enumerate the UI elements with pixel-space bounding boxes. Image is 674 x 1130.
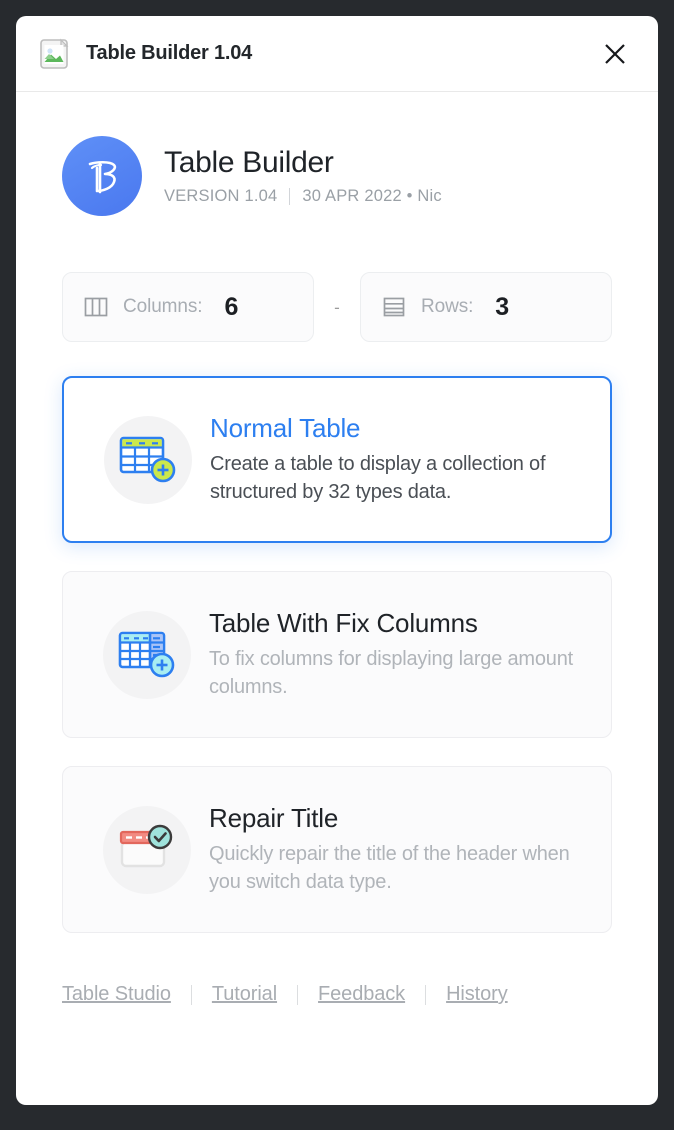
option-card-normal-table[interactable]: Normal Table Create a table to display a… — [62, 376, 612, 543]
option-card-text: Normal Table Create a table to display a… — [210, 413, 590, 507]
app-meta: Table Builder VERSION 1.04 30 APR 2022 •… — [164, 146, 442, 206]
fix-columns-table-icon — [118, 631, 175, 677]
repair-title-icon-disc — [103, 805, 191, 894]
rows-icon — [383, 297, 405, 317]
option-card-text: Table With Fix Columns To fix columns fo… — [209, 608, 591, 702]
columns-value: 6 — [224, 292, 239, 321]
footer-divider — [190, 984, 192, 1005]
option-description: Quickly repair the title of the header w… — [209, 842, 570, 894]
option-description: Create a table to display a collection o… — [210, 452, 546, 504]
option-card-fix-columns[interactable]: Table With Fix Columns To fix columns fo… — [62, 571, 612, 738]
app-subtitle: VERSION 1.04 30 APR 2022 • Nic — [164, 187, 442, 206]
option-card-repair-title[interactable]: Repair Title Quickly repair the title of… — [62, 766, 612, 933]
rows-label: Rows: — [421, 296, 474, 317]
image-placeholder-icon — [40, 38, 69, 69]
rows-value: 3 — [495, 292, 510, 321]
columns-label: Columns: — [123, 296, 203, 317]
logo-monogram-icon — [88, 160, 117, 194]
size-separator: - — [334, 297, 340, 317]
rows-field[interactable]: Rows: 3 — [360, 272, 612, 342]
option-title: Table With Fix Columns — [209, 607, 478, 638]
repair-title-icon — [119, 824, 173, 867]
size-controls: Columns: 6 - Rows: 3 — [62, 272, 612, 342]
window-content: Table Builder VERSION 1.04 30 APR 2022 •… — [16, 92, 658, 1105]
app-window: Table Builder 1.04 Table Builder VERSION… — [16, 16, 658, 1105]
fix-columns-icon-disc — [103, 610, 191, 699]
footer-links: Table Studio Tutorial Feedback History — [62, 961, 612, 1006]
window-title: Table Builder 1.04 — [86, 42, 253, 64]
subtitle-divider — [289, 187, 291, 205]
app-version: VERSION 1.04 — [164, 186, 278, 205]
normal-table-icon — [119, 436, 176, 482]
normal-table-icon-disc — [104, 415, 192, 504]
footer-link-table-studio[interactable]: Table Studio — [62, 983, 171, 1006]
table-builder-logo — [62, 136, 142, 216]
footer-link-tutorial[interactable]: Tutorial — [212, 983, 277, 1006]
close-button[interactable] — [596, 35, 634, 73]
close-icon — [605, 43, 625, 64]
footer-link-history[interactable]: History — [446, 983, 508, 1006]
footer-link-feedback[interactable]: Feedback — [318, 983, 405, 1006]
app-name: Table Builder — [164, 146, 334, 180]
footer-divider — [425, 984, 427, 1005]
app-header: Table Builder VERSION 1.04 30 APR 2022 •… — [62, 92, 612, 216]
window-titlebar: Table Builder 1.04 — [16, 16, 658, 92]
option-title: Repair Title — [209, 802, 339, 833]
option-description: To fix columns for displaying large amou… — [209, 647, 574, 699]
columns-field[interactable]: Columns: 6 — [62, 272, 314, 342]
option-card-text: Repair Title Quickly repair the title of… — [209, 803, 591, 897]
columns-icon — [84, 297, 108, 317]
option-title: Normal Table — [210, 412, 361, 443]
footer-divider — [297, 984, 299, 1005]
option-cards: Normal Table Create a table to display a… — [62, 376, 612, 933]
app-date-author: 30 APR 2022 • Nic — [302, 186, 442, 205]
